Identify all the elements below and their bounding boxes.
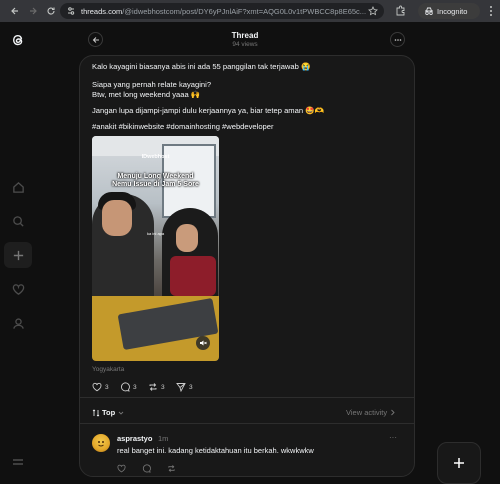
chevron-right-icon bbox=[391, 409, 395, 416]
sort-dropdown[interactable]: Top bbox=[92, 408, 125, 417]
site-settings-icon[interactable] bbox=[66, 6, 76, 16]
avatar-emoji-icon bbox=[98, 441, 104, 447]
heart-icon bbox=[92, 382, 102, 392]
post-text-line: Kalo kayagini biasanya abis ini ada 55 p… bbox=[92, 62, 311, 71]
browser-toolbar: threads.com/@idwebhostcom/post/DY6yPJnlA… bbox=[0, 0, 500, 22]
new-thread-button[interactable] bbox=[437, 442, 481, 484]
comment-icon bbox=[142, 464, 151, 473]
incognito-indicator[interactable]: Incognito bbox=[418, 3, 480, 19]
heart-icon bbox=[12, 283, 24, 295]
plus-icon bbox=[13, 250, 23, 260]
comment-username[interactable]: asprastyo bbox=[117, 434, 152, 443]
comment-icon bbox=[121, 382, 130, 392]
post-video[interactable]: IDwebhost Menuju Long Weekend Nemu Issue… bbox=[92, 136, 219, 361]
heart-icon bbox=[117, 464, 126, 473]
comment-more-button[interactable]: ··· bbox=[389, 433, 397, 442]
post-hashtags[interactable]: #anakit #bikinwebsite #domainhosting #we… bbox=[92, 122, 274, 133]
view-activity-label: View activity bbox=[346, 408, 388, 417]
thread-card: Kalo kayagini biasanya abis ini ada 55 p… bbox=[79, 55, 415, 477]
reply-count: 3 bbox=[133, 383, 137, 391]
more-icon bbox=[394, 38, 401, 41]
video-brand-text: IDwebhost bbox=[141, 154, 170, 160]
nav-activity[interactable] bbox=[4, 276, 32, 302]
like-button[interactable]: 3 bbox=[92, 382, 109, 392]
view-count: 94 views bbox=[232, 41, 258, 48]
page-title: Thread bbox=[231, 31, 259, 40]
url-text: threads.com/@idwebhostcom/post/DY6yPJnlA… bbox=[81, 6, 366, 16]
incognito-icon bbox=[425, 7, 433, 15]
menu-icon[interactable] bbox=[12, 458, 24, 468]
view-activity-link[interactable]: View activity bbox=[346, 408, 396, 417]
mute-button[interactable] bbox=[196, 336, 210, 350]
incognito-label: Incognito bbox=[437, 6, 468, 16]
share-button[interactable]: 3 bbox=[176, 382, 193, 392]
home-icon bbox=[12, 181, 24, 193]
forward-nav-icon[interactable] bbox=[26, 4, 40, 18]
video-caption-line: Menuju Long Weekend bbox=[117, 173, 194, 180]
post-text-line: Btw, met long weekend yaaa 🙌 bbox=[92, 90, 201, 99]
sort-icon bbox=[92, 408, 100, 417]
comment-text: real banget ini. kadang ketidaktahuan it… bbox=[117, 446, 314, 455]
nav-home[interactable] bbox=[4, 174, 32, 200]
chevron-down-icon bbox=[118, 411, 124, 415]
address-bar[interactable]: threads.com/@idwebhostcom/post/DY6yPJnlA… bbox=[60, 3, 384, 19]
comment-time: 1m bbox=[158, 434, 169, 443]
profile-icon bbox=[12, 317, 24, 329]
comment-reply-button[interactable] bbox=[142, 464, 151, 473]
comment-repost-button[interactable] bbox=[167, 464, 176, 473]
thread-more-button[interactable] bbox=[390, 32, 405, 47]
nav-search[interactable] bbox=[4, 208, 32, 234]
back-button[interactable] bbox=[88, 32, 103, 47]
sort-label: Top bbox=[102, 408, 116, 417]
repost-button[interactable]: 3 bbox=[148, 382, 165, 392]
video-caption-line: Nemu Issue di Jam 5 Sore bbox=[112, 181, 199, 188]
divider bbox=[80, 423, 414, 424]
reload-icon[interactable] bbox=[44, 4, 58, 18]
repost-icon bbox=[168, 465, 175, 472]
mute-icon bbox=[200, 340, 207, 346]
share-count: 3 bbox=[189, 383, 193, 391]
back-icon bbox=[92, 36, 99, 43]
share-icon bbox=[176, 383, 186, 392]
video-small-caption: ka ini apa bbox=[147, 231, 165, 236]
search-icon bbox=[12, 215, 24, 227]
repost-count: 3 bbox=[161, 383, 165, 391]
avatar[interactable] bbox=[92, 434, 110, 452]
like-count: 3 bbox=[105, 383, 109, 391]
comment-like-button[interactable] bbox=[117, 464, 126, 473]
browser-menu-icon[interactable] bbox=[486, 5, 496, 17]
repost-icon bbox=[149, 383, 157, 391]
post-location[interactable]: Yogyakarta bbox=[92, 366, 124, 373]
post-text-line: Jangan lupa dijampi-jampi dulu kerjaanny… bbox=[92, 106, 325, 115]
divider bbox=[80, 397, 414, 398]
threads-logo-icon[interactable] bbox=[10, 32, 26, 48]
bookmark-star-icon[interactable] bbox=[368, 6, 378, 16]
reply-button[interactable]: 3 bbox=[120, 382, 137, 392]
extensions-icon[interactable] bbox=[394, 5, 406, 17]
nav-profile[interactable] bbox=[4, 310, 32, 336]
post-text-line: Siapa yang pernah relate kayagini? bbox=[92, 80, 212, 89]
back-nav-icon[interactable] bbox=[8, 4, 22, 18]
nav-create[interactable] bbox=[4, 242, 32, 268]
plus-icon bbox=[454, 458, 464, 468]
